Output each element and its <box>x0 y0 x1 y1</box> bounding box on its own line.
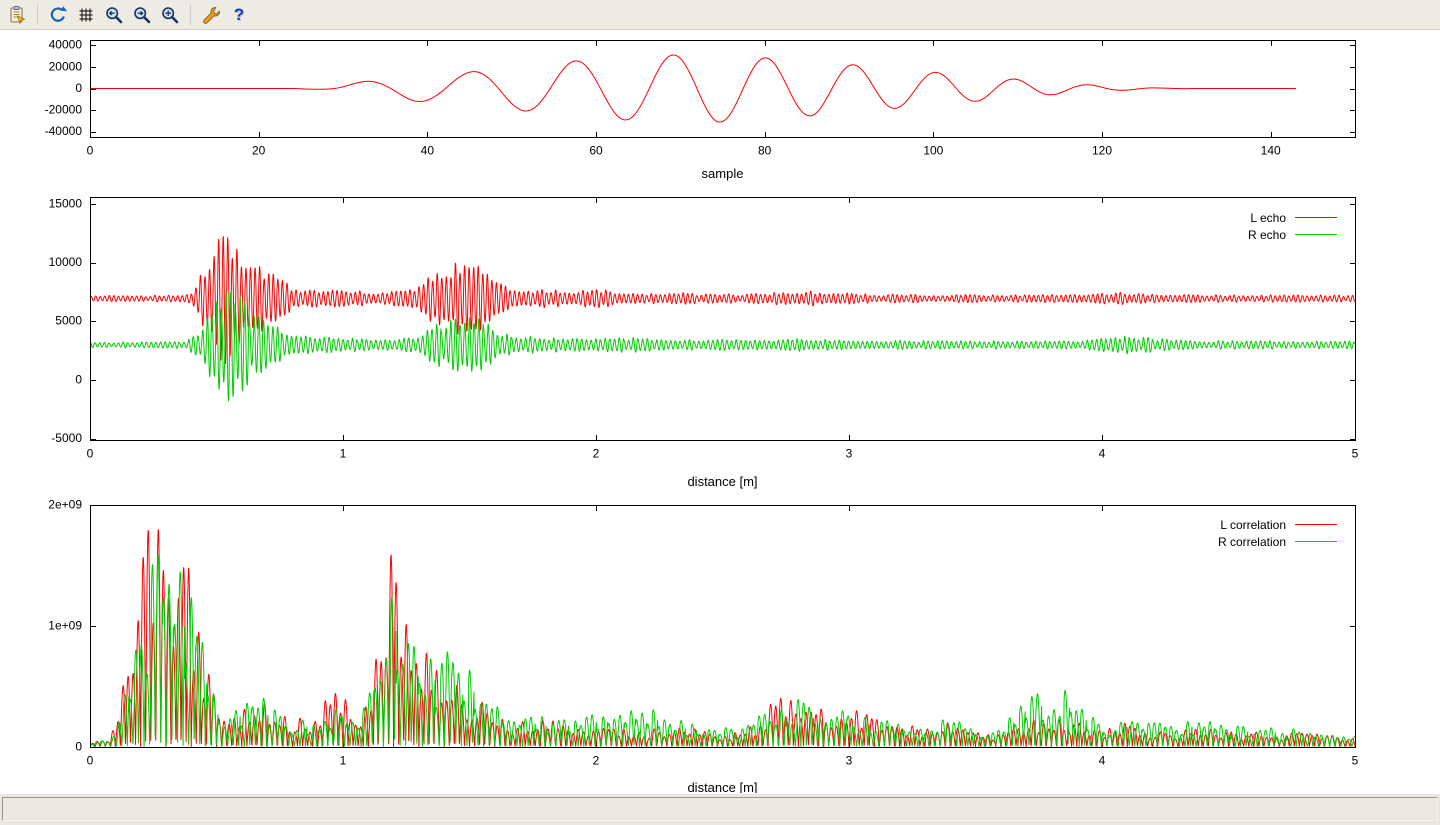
help-icon: ? <box>234 6 244 23</box>
zoom-next-icon <box>132 5 152 25</box>
status-field <box>2 797 1438 821</box>
plot-canvas[interactable] <box>0 30 1440 793</box>
help-button[interactable]: ? <box>226 2 252 28</box>
legend-line-sample <box>1295 524 1337 525</box>
legend-line-sample <box>1295 234 1337 235</box>
plot-area: sample L echo R echo distance [m] L corr… <box>0 30 1440 793</box>
grid-button[interactable] <box>73 2 99 28</box>
legend-label: L correlation <box>1220 518 1286 532</box>
refresh-icon <box>48 5 68 25</box>
legend-label: R correlation <box>1218 535 1286 549</box>
toolbar-separator <box>190 5 191 25</box>
legend-line-sample <box>1295 541 1337 542</box>
legend-entry: L echo <box>1248 209 1337 226</box>
legend-entry: R correlation <box>1218 533 1337 550</box>
autoscale-button[interactable] <box>157 2 183 28</box>
legend-entry: R echo <box>1248 226 1337 243</box>
autoscale-icon <box>160 5 180 25</box>
copy-clipboard-button[interactable] <box>4 2 30 28</box>
zoom-previous-icon <box>104 5 124 25</box>
gnuplot-window: ? sample L echo R echo distance [m] L co… <box>0 0 1440 825</box>
toolbar-separator <box>37 5 38 25</box>
zoom-previous-button[interactable] <box>101 2 127 28</box>
plot2-xlabel: distance [m] <box>90 474 1355 489</box>
legend-label: L echo <box>1250 211 1286 225</box>
legend-entry: L correlation <box>1218 516 1337 533</box>
clipboard-icon <box>7 5 27 25</box>
wrench-icon <box>201 5 221 25</box>
plot2-legend: L echo R echo <box>1248 209 1337 243</box>
toolbar: ? <box>0 0 1440 30</box>
plot1-xlabel: sample <box>90 166 1355 181</box>
grid-icon <box>76 5 96 25</box>
zoom-next-button[interactable] <box>129 2 155 28</box>
replot-button[interactable] <box>45 2 71 28</box>
legend-line-sample <box>1295 217 1337 218</box>
legend-label: R echo <box>1248 228 1286 242</box>
plot3-legend: L correlation R correlation <box>1218 516 1337 550</box>
configure-button[interactable] <box>198 2 224 28</box>
status-bar <box>0 793 1440 825</box>
